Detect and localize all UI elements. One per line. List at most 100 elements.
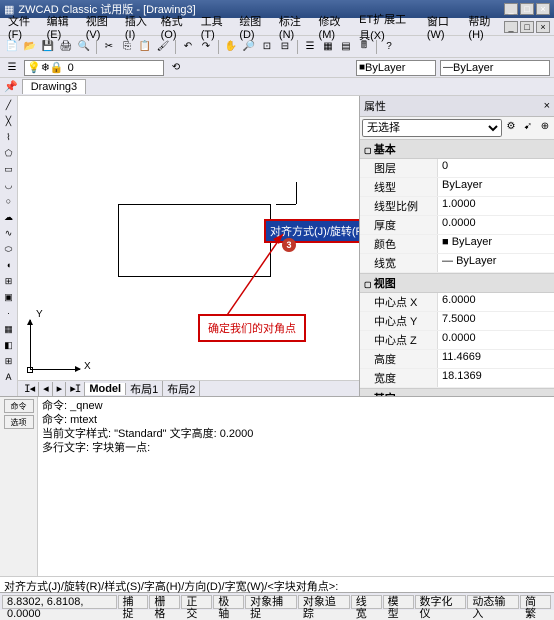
cat-basic[interactable]: 基本: [360, 139, 554, 159]
minimize-button[interactable]: _: [504, 3, 518, 15]
color-dropdown[interactable]: ■ ByLayer: [356, 60, 436, 76]
layer-dropdown[interactable]: 💡❄🔒 0: [24, 60, 164, 76]
save-icon[interactable]: 💾: [40, 39, 56, 55]
status-lwt[interactable]: 线宽: [351, 595, 382, 609]
menu-dim[interactable]: 标注(N): [275, 13, 313, 41]
zoom-prev-icon[interactable]: ⊟: [277, 39, 293, 55]
arc-icon[interactable]: ◡: [2, 178, 16, 192]
undo-icon[interactable]: ↶: [180, 39, 196, 55]
paste-icon[interactable]: 📋: [137, 39, 153, 55]
zoom-icon[interactable]: 🔎: [241, 39, 257, 55]
prop-width-value[interactable]: 18.1369: [438, 369, 554, 387]
point-icon[interactable]: ·: [2, 306, 16, 320]
open-icon[interactable]: 📂: [22, 39, 38, 55]
status-grid[interactable]: 栅格: [149, 595, 180, 609]
status-model[interactable]: 模型: [383, 595, 414, 609]
linetype-dropdown[interactable]: — ByLayer: [440, 60, 550, 76]
doc-maximize-button[interactable]: □: [520, 21, 534, 33]
cut-icon[interactable]: ✂: [101, 39, 117, 55]
command-history[interactable]: 命令: _qnew 命令: mtext 当前文字样式: "Standard" 文…: [38, 397, 554, 576]
layer-prev-icon[interactable]: ⟲: [168, 60, 184, 76]
quick-select-icon[interactable]: ⚙: [504, 119, 518, 133]
prop-thickness-value[interactable]: 0.0000: [438, 216, 554, 234]
menu-format[interactable]: 格式(O): [157, 13, 195, 41]
match-icon[interactable]: 🖌: [155, 39, 171, 55]
calc-icon[interactable]: 🖩: [356, 39, 372, 55]
revcloud-icon[interactable]: ☁: [2, 210, 16, 224]
ellipse-icon[interactable]: ⬭: [2, 242, 16, 256]
prop-centery-value[interactable]: 7.5000: [438, 312, 554, 330]
prop-height-value[interactable]: 11.4669: [438, 350, 554, 368]
pan-icon[interactable]: ✋: [223, 39, 239, 55]
ellipse-arc-icon[interactable]: ◖: [2, 258, 16, 272]
insert-block-icon[interactable]: ⊞: [2, 274, 16, 288]
toolpalette-icon[interactable]: ▤: [338, 39, 354, 55]
xline-icon[interactable]: ╳: [2, 114, 16, 128]
cat-other[interactable]: 其它: [360, 388, 554, 396]
tab-model[interactable]: Model: [85, 383, 126, 395]
help-icon[interactable]: ?: [381, 39, 397, 55]
menu-help[interactable]: 帮助(H): [464, 13, 502, 41]
select-objects-icon[interactable]: ➹: [521, 119, 535, 133]
spline-icon[interactable]: ∿: [2, 226, 16, 240]
cmd-command-button[interactable]: 命令: [4, 399, 34, 413]
prop-color-value[interactable]: ■ ByLayer: [438, 235, 554, 253]
prop-linetype-value[interactable]: ByLayer: [438, 178, 554, 196]
menu-view[interactable]: 视图(V): [82, 13, 119, 41]
rect-icon[interactable]: ▭: [2, 162, 16, 176]
prop-ltscale-value[interactable]: 1.0000: [438, 197, 554, 215]
prop-centerx-value[interactable]: 6.0000: [438, 293, 554, 311]
menu-draw[interactable]: 绘图(D): [235, 13, 273, 41]
coords-display[interactable]: 8.8302, 6.8108, 0.0000: [2, 595, 117, 609]
command-input[interactable]: 对齐方式(J)/旋转(R)/样式(S)/字高(H)/方向(D)/字宽(W)/<字…: [0, 576, 554, 592]
menu-insert[interactable]: 插入(I): [121, 13, 155, 41]
make-block-icon[interactable]: ▣: [2, 290, 16, 304]
status-trad[interactable]: 简繁: [520, 595, 551, 609]
doc-minimize-button[interactable]: _: [504, 21, 518, 33]
print-icon[interactable]: 🖨: [58, 39, 74, 55]
tab-nav-first[interactable]: I◂: [20, 382, 39, 396]
tab-layout1[interactable]: 布局1: [126, 381, 163, 397]
cat-view[interactable]: 视图: [360, 273, 554, 293]
circle-icon[interactable]: ○: [2, 194, 16, 208]
status-tablet[interactable]: 数字化仪: [415, 595, 467, 609]
close-button[interactable]: ×: [536, 3, 550, 15]
status-otrack[interactable]: 对象追踪: [298, 595, 350, 609]
tab-layout2[interactable]: 布局2: [163, 381, 200, 397]
copy-icon[interactable]: ⎘: [119, 39, 135, 55]
selection-dropdown[interactable]: 无选择: [362, 119, 502, 137]
cmd-options-button[interactable]: 选项: [4, 415, 34, 429]
hatch-icon[interactable]: ▦: [2, 322, 16, 336]
designcenter-icon[interactable]: ▦: [320, 39, 336, 55]
new-icon[interactable]: 📄: [4, 39, 20, 55]
prop-lineweight-value[interactable]: — ByLayer: [438, 254, 554, 272]
drawing-canvas[interactable]: 对齐方式(J)/旋转(R)/样式(S)/字高(H)/方向(D)/字宽(W)/<字…: [18, 96, 359, 380]
status-snap[interactable]: 捕捉: [118, 595, 149, 609]
prop-layer-value[interactable]: 0: [438, 159, 554, 177]
doc-close-button[interactable]: ×: [536, 21, 550, 33]
maximize-button[interactable]: □: [520, 3, 534, 15]
status-osnap[interactable]: 对象捕捉: [245, 595, 297, 609]
toggle-pickadd-icon[interactable]: ⊕: [538, 119, 552, 133]
redo-icon[interactable]: ↷: [198, 39, 214, 55]
tab-nav-prev[interactable]: ◂: [39, 382, 53, 396]
tab-nav-next[interactable]: ▸: [53, 382, 67, 396]
status-dyn[interactable]: 动态输入: [467, 595, 519, 609]
preview-icon[interactable]: 🔍: [76, 39, 92, 55]
table-icon[interactable]: ⊞: [2, 354, 16, 368]
prop-centerz-value[interactable]: 0.0000: [438, 331, 554, 349]
menu-window[interactable]: 窗口(W): [423, 13, 463, 41]
layers-manager-icon[interactable]: ☰: [4, 60, 20, 76]
props-icon[interactable]: ☰: [302, 39, 318, 55]
mtext-icon[interactable]: A: [2, 370, 16, 384]
menu-file[interactable]: 文件(F): [4, 13, 41, 41]
menu-tools[interactable]: 工具(T): [197, 13, 234, 41]
status-ortho[interactable]: 正交: [181, 595, 212, 609]
status-polar[interactable]: 极轴: [213, 595, 244, 609]
props-close-icon[interactable]: ×: [544, 100, 550, 112]
pline-icon[interactable]: ⌇: [2, 130, 16, 144]
tab-drawing3[interactable]: Drawing3: [22, 79, 86, 94]
pin-icon[interactable]: 📌: [4, 80, 18, 93]
tab-nav-last[interactable]: ▸I: [66, 382, 85, 396]
menu-modify[interactable]: 修改(M): [315, 13, 354, 41]
